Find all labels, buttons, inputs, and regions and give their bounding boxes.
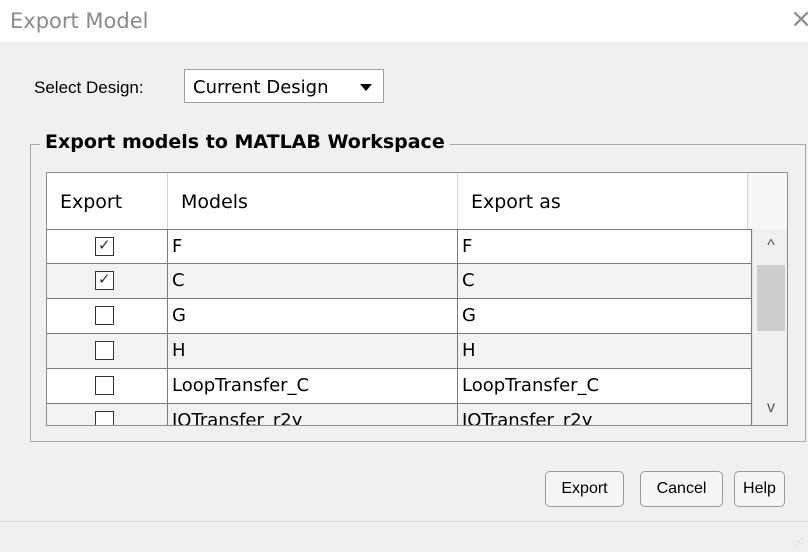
export-as-cell[interactable]: IOTransfer_r2y <box>458 404 752 426</box>
export-cell <box>47 334 168 369</box>
table-row: G G <box>47 299 752 334</box>
vertical-scrollbar[interactable]: ^ v <box>752 229 787 425</box>
export-checkbox[interactable]: ✓ <box>95 237 114 256</box>
select-design-label: Select Design: <box>34 78 144 97</box>
table-row: H H <box>47 334 752 369</box>
export-as-cell[interactable]: G <box>458 299 752 334</box>
checkmark-icon: ✓ <box>98 237 111 254</box>
model-name: G <box>172 305 186 326</box>
table-body: ✓ F F ✓ C C G G H H LoopTransfer_C LoopT… <box>47 229 787 426</box>
column-header-label: Models <box>181 191 248 213</box>
export-as-name: C <box>462 270 475 291</box>
column-header-label: Export as <box>471 191 561 213</box>
model-cell[interactable]: H <box>168 334 458 369</box>
model-cell[interactable]: IOTransfer_r2y <box>168 404 458 426</box>
export-as-cell[interactable]: H <box>458 334 752 369</box>
help-button[interactable]: Help <box>734 471 785 507</box>
export-as-cell[interactable]: LoopTransfer_C <box>458 369 752 404</box>
export-checkbox[interactable] <box>95 411 114 425</box>
model-cell[interactable]: LoopTransfer_C <box>168 369 458 404</box>
group-title: Export models to MATLAB Workspace <box>40 131 450 153</box>
resize-grip-icon[interactable]: ⋰ <box>794 537 804 548</box>
model-name: C <box>172 270 185 291</box>
model-name: F <box>172 236 183 257</box>
export-checkbox[interactable] <box>95 306 114 325</box>
export-as-cell[interactable]: F <box>458 229 752 264</box>
model-cell[interactable]: G <box>168 299 458 334</box>
column-header-models[interactable]: Models <box>168 173 458 229</box>
chevron-down-icon <box>360 84 372 91</box>
table-header: Export Models Export as <box>47 173 787 229</box>
table-row: LoopTransfer_C LoopTransfer_C <box>47 369 752 404</box>
export-cell <box>47 404 168 425</box>
chevron-down-icon[interactable]: v <box>753 391 787 425</box>
export-checkbox[interactable] <box>95 376 114 395</box>
model-cell[interactable]: F <box>168 229 458 264</box>
table-row: ✓ F F <box>47 229 752 264</box>
close-icon[interactable]: × <box>790 4 808 34</box>
column-header-corner <box>748 173 787 229</box>
design-dropdown[interactable]: Current Design <box>184 69 384 103</box>
export-as-name: IOTransfer_r2y <box>462 410 593 426</box>
export-as-name: LoopTransfer_C <box>462 375 600 396</box>
model-name: IOTransfer_r2y <box>172 410 303 426</box>
status-bar: ⋰ <box>0 521 808 552</box>
export-checkbox[interactable]: ✓ <box>95 271 114 290</box>
checkmark-icon: ✓ <box>98 271 111 288</box>
window-title: Export Model <box>10 9 149 33</box>
export-cell: ✓ <box>47 229 168 264</box>
export-cell <box>47 299 168 334</box>
design-dropdown-value: Current Design <box>193 77 329 98</box>
export-as-name: H <box>462 340 476 361</box>
title-bar: Export Model × <box>0 0 808 42</box>
export-as-name: F <box>462 236 473 257</box>
models-table: Export Models Export as ✓ F F ✓ C C G G <box>46 172 788 426</box>
chevron-up-icon[interactable]: ^ <box>753 229 787 263</box>
cancel-button[interactable]: Cancel <box>640 471 723 507</box>
model-name: LoopTransfer_C <box>172 375 310 396</box>
export-cell <box>47 369 168 404</box>
column-header-export[interactable]: Export <box>47 173 168 229</box>
table-row: ✓ C C <box>47 264 752 299</box>
column-header-export-as[interactable]: Export as <box>458 173 748 229</box>
export-as-cell[interactable]: C <box>458 264 752 299</box>
export-checkbox[interactable] <box>95 341 114 360</box>
export-as-name: G <box>462 305 476 326</box>
model-name: H <box>172 340 186 361</box>
scrollbar-thumb[interactable] <box>757 265 785 331</box>
export-cell: ✓ <box>47 264 168 299</box>
table-row: IOTransfer_r2y IOTransfer_r2y <box>47 404 752 426</box>
export-button[interactable]: Export <box>545 471 624 507</box>
column-header-label: Export <box>60 191 123 213</box>
model-cell[interactable]: C <box>168 264 458 299</box>
